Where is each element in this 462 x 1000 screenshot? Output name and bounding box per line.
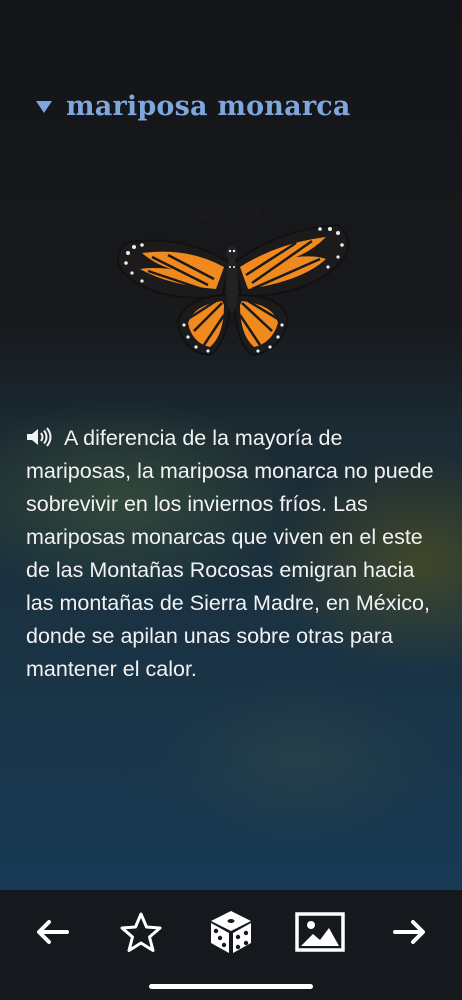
dice-icon xyxy=(211,911,251,953)
back-button[interactable] xyxy=(24,904,80,960)
speaker-icon[interactable] xyxy=(26,427,54,447)
article-text: A diferencia de la mayoría de mariposas,… xyxy=(26,426,434,681)
favorite-button[interactable] xyxy=(113,904,169,960)
random-button[interactable] xyxy=(203,904,259,960)
home-indicator[interactable] xyxy=(149,984,313,989)
page-title: mariposa monarca xyxy=(66,90,351,122)
arrow-right-icon xyxy=(393,920,425,944)
article-text-block: A diferencia de la mayoría de mariposas,… xyxy=(26,422,446,686)
star-icon xyxy=(120,912,162,952)
triangle-down-icon[interactable] xyxy=(36,101,52,113)
title-row[interactable]: mariposa monarca xyxy=(36,86,351,126)
gallery-button[interactable] xyxy=(292,904,348,960)
arrow-left-icon xyxy=(37,920,69,944)
monarch-butterfly-icon xyxy=(116,209,349,357)
next-button[interactable] xyxy=(382,904,438,960)
image-icon xyxy=(295,912,345,952)
